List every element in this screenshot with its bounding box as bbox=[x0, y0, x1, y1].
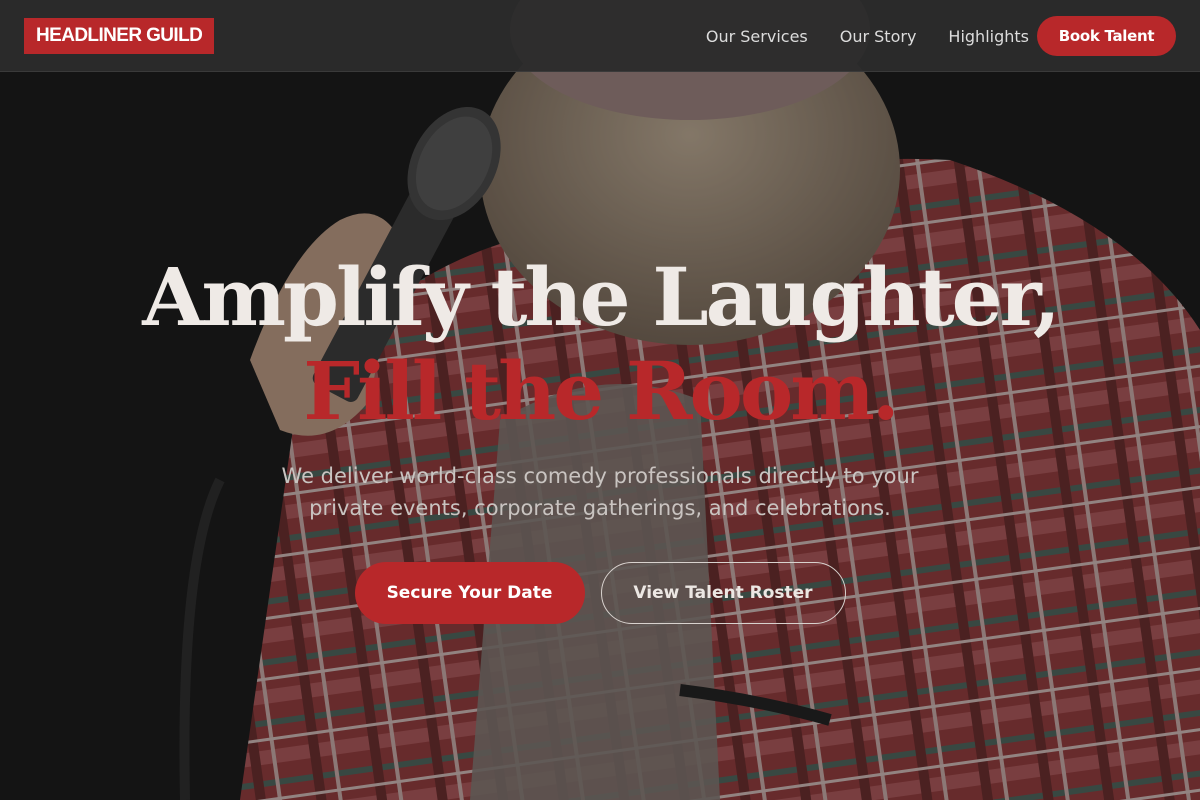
hero-headline: Amplify the Laughter, Fill the Room. bbox=[0, 250, 1200, 438]
top-navigation: HEADLINER GUILD Our Services Our Story H… bbox=[0, 0, 1200, 72]
headline-line-1: Amplify the Laughter, bbox=[142, 250, 1060, 344]
secure-your-date-button[interactable]: Secure Your Date bbox=[354, 562, 585, 624]
nav-link-highlights[interactable]: Highlights bbox=[948, 27, 1029, 46]
book-talent-button[interactable]: Book Talent bbox=[1037, 16, 1176, 56]
view-talent-roster-button[interactable]: View Talent Roster bbox=[600, 562, 846, 624]
nav-links: Our Services Our Story Highlights bbox=[706, 0, 1029, 72]
hero-content: Amplify the Laughter, Fill the Room. We … bbox=[0, 250, 1200, 624]
hero-cta-row: Secure Your Date View Talent Roster bbox=[0, 562, 1200, 624]
brand-logo[interactable]: HEADLINER GUILD bbox=[24, 18, 215, 54]
hero-subhead: We deliver world-class comedy profession… bbox=[281, 464, 919, 520]
headline-line-2: Fill the Room. bbox=[303, 344, 899, 438]
nav-link-our-services[interactable]: Our Services bbox=[706, 27, 808, 46]
nav-link-our-story[interactable]: Our Story bbox=[840, 27, 917, 46]
